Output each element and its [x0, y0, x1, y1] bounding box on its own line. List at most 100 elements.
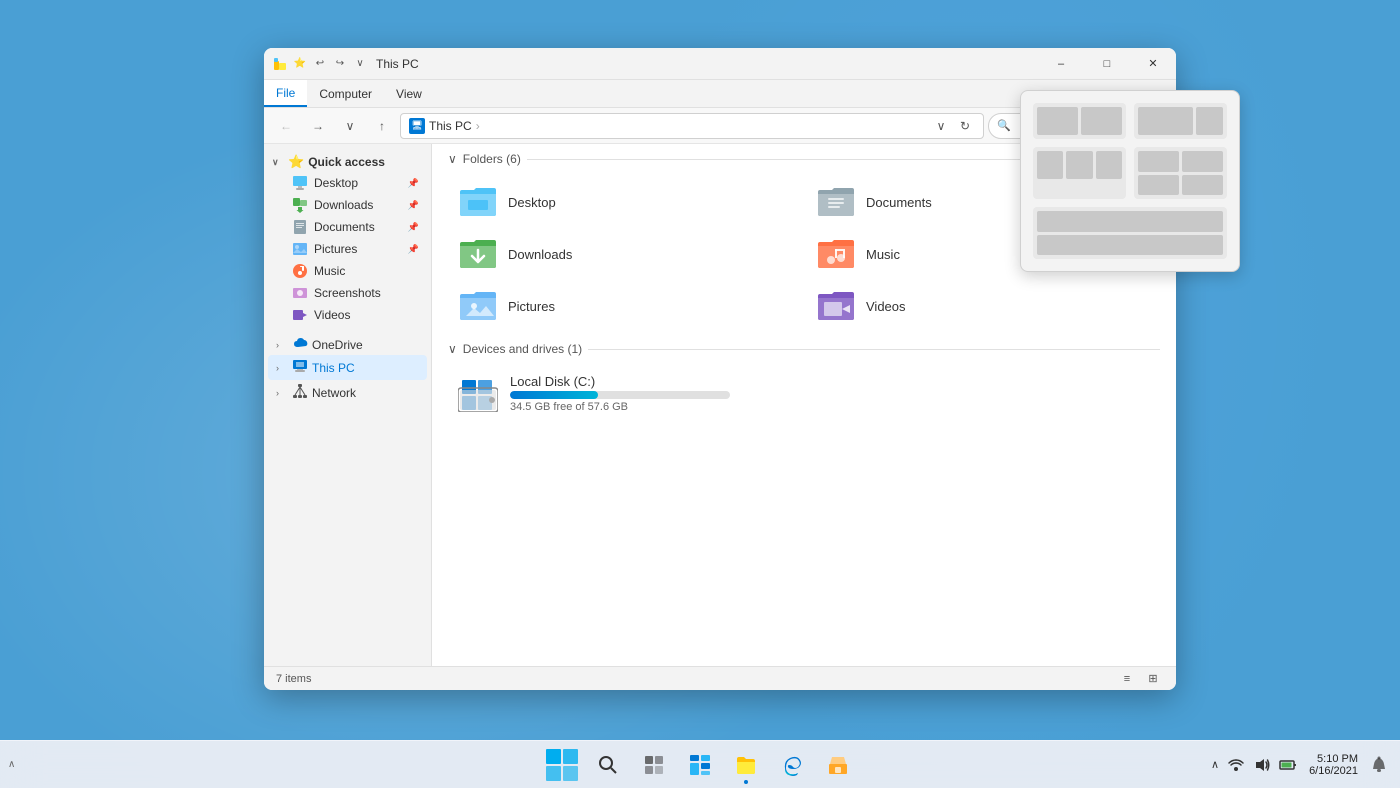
- sidebar-onedrive-header[interactable]: › OneDrive: [268, 334, 427, 355]
- sidebar-item-screenshots[interactable]: Screenshots: [268, 282, 427, 304]
- menu-file[interactable]: File: [264, 80, 307, 107]
- folder-downloads-icon: [458, 236, 498, 272]
- task-view-button[interactable]: [632, 743, 676, 787]
- sidebar-item-documents[interactable]: Documents 📌: [268, 216, 427, 238]
- sidebar-item-videos[interactable]: Videos: [268, 304, 427, 326]
- title-bar: ⭐ ↩ ↪ ∨ This PC – □ ✕: [264, 48, 1176, 80]
- tile-view-button[interactable]: ⊞: [1142, 670, 1164, 688]
- edge-button[interactable]: [770, 743, 814, 787]
- quick-access-star-icon: ⭐: [288, 154, 304, 170]
- forward-button[interactable]: →: [304, 113, 332, 139]
- desktop-icon: [292, 175, 308, 191]
- items-count: 7 items: [276, 673, 311, 685]
- taskbar-center: [540, 743, 860, 787]
- music-icon: [292, 263, 308, 279]
- sidebar-onedrive-label: OneDrive: [312, 338, 363, 352]
- folder-documents-icon: [816, 184, 856, 220]
- menu-computer[interactable]: Computer: [307, 80, 384, 107]
- show-more-button[interactable]: ∧: [1211, 758, 1219, 771]
- snap-layout-4[interactable]: [1134, 147, 1227, 199]
- snap-layout-2[interactable]: [1134, 103, 1227, 139]
- sidebar-item-music[interactable]: Music: [268, 260, 427, 282]
- device-local-disk[interactable]: Local Disk (C:) 34.5 GB free of 57.6 GB: [448, 368, 1160, 419]
- quick-access-header[interactable]: ∨ ⭐ Quick access: [264, 152, 431, 172]
- folder-pictures-icon: [458, 288, 498, 324]
- local-disk-progress-fill: [510, 391, 598, 399]
- file-explorer-button[interactable]: [724, 743, 768, 787]
- sidebar-thispc-header[interactable]: › This PC: [268, 355, 427, 380]
- address-dropdown-button[interactable]: ∨: [931, 113, 951, 139]
- sidebar-item-pictures-label: Pictures: [314, 242, 357, 256]
- minimize-button[interactable]: –: [1038, 48, 1084, 80]
- snap-layout-1[interactable]: [1033, 103, 1126, 139]
- battery-icon[interactable]: [1279, 756, 1297, 774]
- maximize-button[interactable]: □: [1084, 48, 1130, 80]
- search-icon: [598, 755, 618, 775]
- folder-desktop[interactable]: Desktop: [448, 178, 802, 226]
- devices-grid: Local Disk (C:) 34.5 GB free of 57.6 GB: [432, 364, 1176, 423]
- show-hidden-icons[interactable]: ∧: [8, 759, 15, 770]
- devices-collapse-icon: ∨: [448, 342, 457, 356]
- folder-videos[interactable]: Videos: [806, 282, 1160, 330]
- snap-cell: [1066, 151, 1092, 179]
- search-icon: 🔍: [997, 119, 1011, 132]
- widgets-button[interactable]: [678, 743, 722, 787]
- snap-cell: [1037, 151, 1063, 179]
- documents-icon: [292, 219, 308, 235]
- redo-icon: ↪: [332, 56, 348, 72]
- win-cell-tl: [546, 749, 561, 764]
- task-view-icon: [644, 755, 664, 775]
- network-icon: [292, 383, 308, 402]
- documents-pin-icon: 📌: [408, 222, 419, 233]
- win-cell-br: [563, 766, 578, 781]
- snap-layout-3[interactable]: [1033, 147, 1126, 199]
- up-button[interactable]: ↑: [368, 113, 396, 139]
- widgets-icon: [689, 754, 711, 776]
- search-button[interactable]: [586, 743, 630, 787]
- folder-downloads[interactable]: Downloads: [448, 230, 802, 278]
- sidebar-item-downloads[interactable]: Downloads 📌: [268, 194, 427, 216]
- notification-icon[interactable]: [1370, 756, 1388, 774]
- snap-cell: [1138, 151, 1179, 172]
- videos-icon: [292, 307, 308, 323]
- folder-music-label: Music: [866, 247, 900, 262]
- local-disk-progress-bar: [510, 391, 730, 399]
- sidebar-item-documents-label: Documents: [314, 220, 375, 234]
- snap-layout-5[interactable]: [1033, 207, 1227, 259]
- sidebar-item-desktop[interactable]: Desktop 📌: [268, 172, 427, 194]
- local-disk-space: 34.5 GB free of 57.6 GB: [510, 401, 730, 413]
- volume-icon[interactable]: [1253, 756, 1271, 774]
- local-disk-name: Local Disk (C:): [510, 374, 730, 389]
- taskbar-right: ∧ 5:10 PM 6/: [1199, 741, 1400, 788]
- network-icon[interactable]: [1227, 756, 1245, 774]
- close-button[interactable]: ✕: [1130, 48, 1176, 80]
- clock[interactable]: 5:10 PM 6/16/2021: [1305, 751, 1362, 779]
- store-button[interactable]: [816, 743, 860, 787]
- list-view-button[interactable]: ≡: [1116, 670, 1138, 688]
- folder-desktop-label: Desktop: [508, 195, 556, 210]
- snap-popup: [1020, 90, 1240, 272]
- taskbar-left: ∧: [0, 741, 23, 788]
- folder-pictures[interactable]: Pictures: [448, 282, 802, 330]
- back-button[interactable]: ←: [272, 113, 300, 139]
- sidebar-network-header[interactable]: › Network: [268, 380, 427, 405]
- clock-date: 6/16/2021: [1309, 765, 1358, 777]
- title-bar-icons: ⭐ ↩ ↪ ∨: [272, 56, 368, 72]
- nav-dropdown-button[interactable]: ∨: [336, 113, 364, 139]
- snap-cell: [1182, 151, 1223, 172]
- start-button[interactable]: [540, 743, 584, 787]
- refresh-button[interactable]: ↻: [955, 113, 975, 139]
- sidebar-item-pictures[interactable]: Pictures 📌: [268, 238, 427, 260]
- sidebar-item-videos-label: Videos: [314, 308, 350, 322]
- folder-downloads-label: Downloads: [508, 247, 572, 262]
- menu-view[interactable]: View: [384, 80, 434, 107]
- address-bar[interactable]: 🖥 This PC › ∨ ↻: [400, 113, 984, 139]
- quick-access-icon: ⭐: [292, 56, 308, 72]
- win-cell-tr: [563, 749, 578, 764]
- devices-section-header[interactable]: ∨ Devices and drives (1): [432, 334, 1176, 364]
- dropdown-icon: ∨: [352, 56, 368, 72]
- snap-cell: [1037, 107, 1078, 135]
- snap-cell: [1138, 107, 1193, 135]
- quick-access-label: Quick access: [308, 155, 385, 169]
- folder-desktop-icon: [458, 184, 498, 220]
